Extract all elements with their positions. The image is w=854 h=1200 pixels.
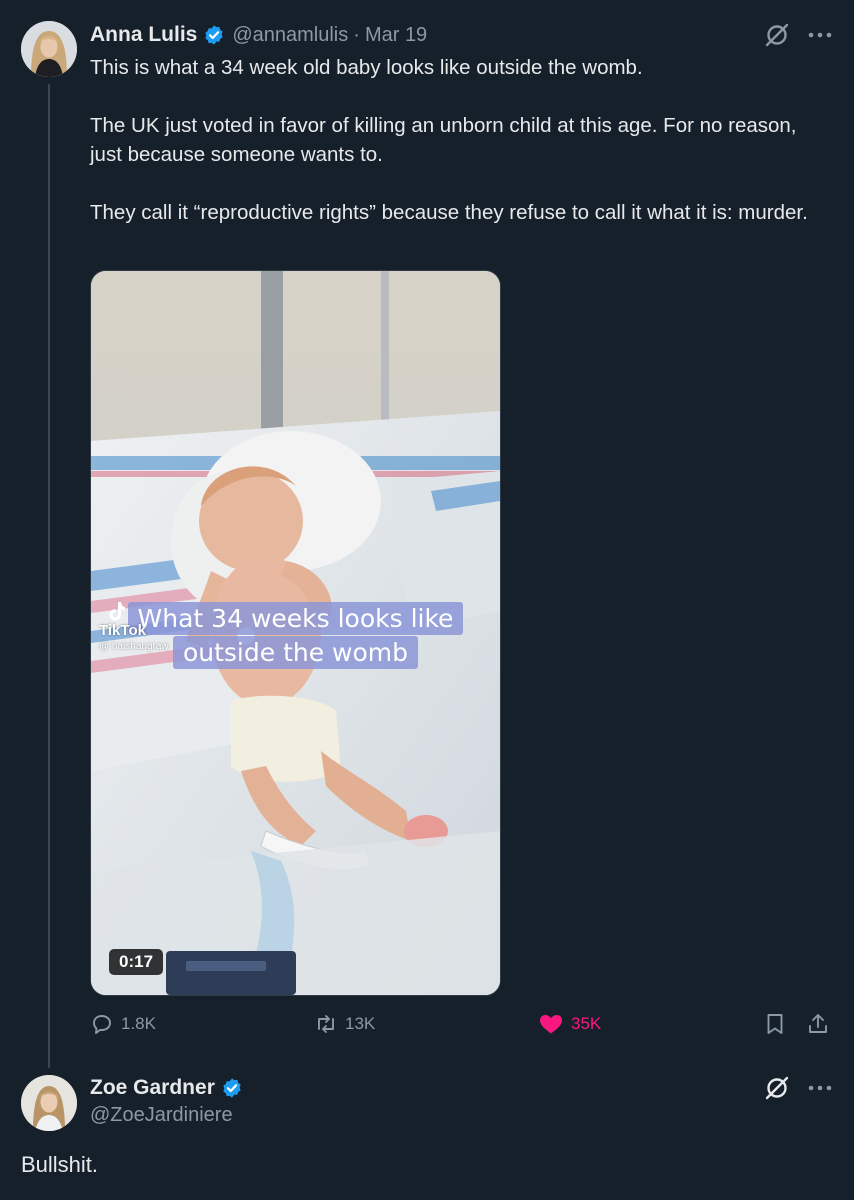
like-count: 35K <box>571 1014 602 1033</box>
caption-text: outside the womb <box>172 636 419 669</box>
reply-author-avatar[interactable] <box>21 1075 77 1131</box>
reply-author-name[interactable]: Zoe Gardner <box>90 1076 215 1100</box>
tweet-paragraph: They call it “reproductive rights” becau… <box>90 201 808 224</box>
grok-icon[interactable] <box>764 1075 790 1101</box>
thread-connector-line <box>48 84 50 1068</box>
reply-top-actions <box>764 1075 832 1101</box>
author-avatar[interactable] <box>21 21 77 77</box>
reply-body: Bullshit. <box>21 1152 99 1177</box>
author-name[interactable]: Anna Lulis <box>90 23 197 47</box>
verified-badge-icon[interactable] <box>221 1077 243 1099</box>
reply-icon <box>93 1015 111 1034</box>
tiktok-brand: TikTok <box>99 622 146 639</box>
repost-count: 13K <box>345 1014 376 1033</box>
tiktok-watermark: TikTok @ haishangraw <box>99 623 169 655</box>
tweet-paragraph: The UK just voted in favor of killing an… <box>90 114 797 166</box>
avatar-image <box>21 1075 77 1131</box>
bookmark-button[interactable] <box>764 1012 786 1036</box>
bookmark-icon <box>767 1014 783 1034</box>
separator-dot: · <box>353 23 360 46</box>
tweet-header: Anna Lulis @annamlulis · Mar 19 <box>90 20 427 50</box>
avatar-image <box>21 21 77 77</box>
grok-icon[interactable] <box>764 22 790 48</box>
author-handle[interactable]: @annamlulis <box>232 24 348 47</box>
tweet-date[interactable]: Mar 19 <box>365 24 427 47</box>
reply-author-handle[interactable]: @ZoeJardiniere <box>90 1104 233 1127</box>
more-icon[interactable] <box>808 31 832 39</box>
tweet-action-bar: 1.8K 13K 35K <box>90 1012 832 1042</box>
share-icon <box>809 1014 827 1033</box>
repost-icon <box>318 1015 334 1033</box>
verified-badge-icon[interactable] <box>203 24 225 46</box>
reply-header: Zoe Gardner <box>90 1073 250 1103</box>
tweet-paragraph: This is what a 34 week old baby looks li… <box>90 56 643 79</box>
more-icon[interactable] <box>808 1084 832 1092</box>
tiktok-logo-icon <box>109 602 125 621</box>
tweet-top-actions <box>764 22 832 48</box>
share-button[interactable] <box>806 1012 830 1036</box>
reply-button[interactable]: 1.8K <box>90 1012 156 1036</box>
repost-button[interactable]: 13K <box>314 1012 375 1036</box>
reply-count: 1.8K <box>121 1014 156 1033</box>
tiktok-user: @ haishangraw <box>99 641 169 652</box>
caption-text: What 34 weeks looks like <box>127 602 464 635</box>
tweet-body: This is what a 34 week old baby looks li… <box>90 53 820 227</box>
like-button[interactable]: 35K <box>538 1012 601 1036</box>
video-duration: 0:17 <box>109 949 164 975</box>
tweet-video[interactable]: What 34 weeks looks like outside the wom… <box>90 270 501 996</box>
heart-icon <box>540 1015 562 1034</box>
